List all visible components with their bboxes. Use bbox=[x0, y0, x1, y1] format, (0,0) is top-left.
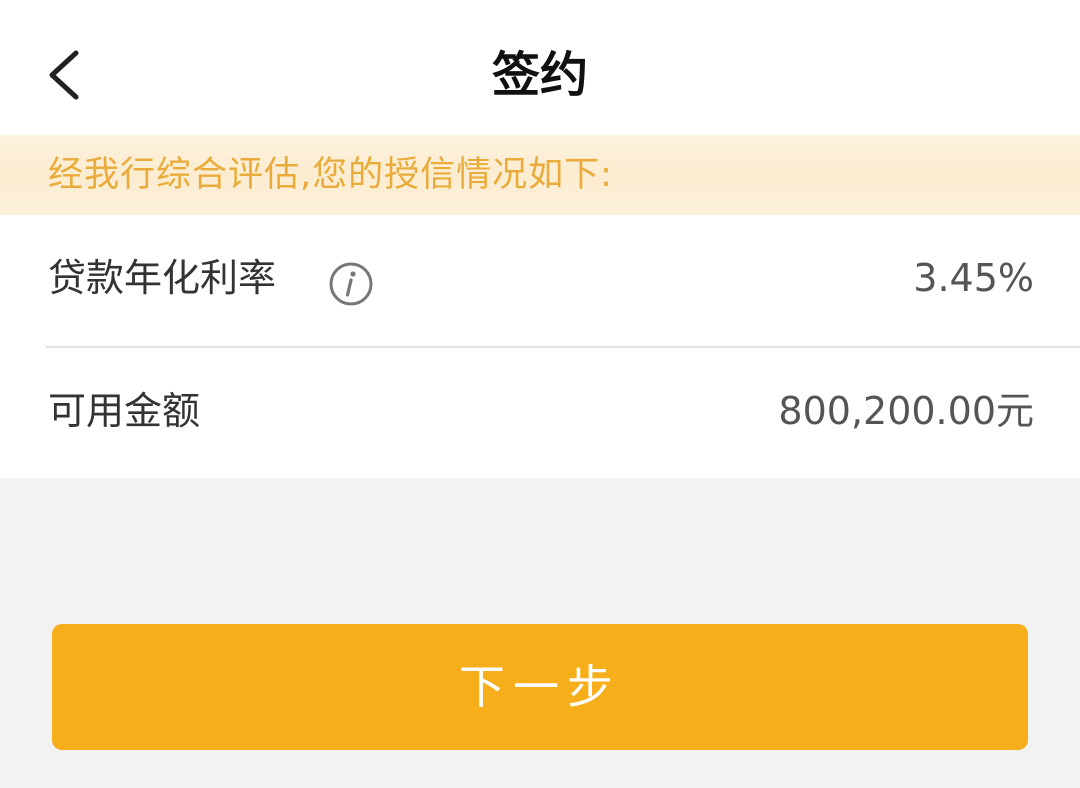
available-amount-row: 可用金额 800,200.00元 bbox=[0, 348, 1080, 478]
credit-notice-text: 经我行综合评估,您的授信情况如下: bbox=[48, 155, 613, 195]
next-step-button[interactable]: 下一步 bbox=[52, 624, 1028, 750]
available-amount-value: 800,200.00元 bbox=[778, 389, 1034, 433]
page-title: 签约 bbox=[491, 47, 588, 103]
available-amount-label: 可用金额 bbox=[48, 389, 201, 433]
top-bar: 签约 bbox=[0, 0, 1080, 135]
interest-rate-label: 贷款年化利率 bbox=[48, 256, 277, 300]
credit-info-panel: 贷款年化利率 3.45% 可用金额 800,200.00元 bbox=[0, 215, 1080, 478]
info-icon[interactable] bbox=[328, 261, 374, 307]
credit-notice-banner: 经我行综合评估,您的授信情况如下: bbox=[0, 135, 1080, 215]
interest-rate-row: 贷款年化利率 3.45% bbox=[0, 215, 1080, 345]
interest-rate-value: 3.45% bbox=[913, 256, 1034, 300]
